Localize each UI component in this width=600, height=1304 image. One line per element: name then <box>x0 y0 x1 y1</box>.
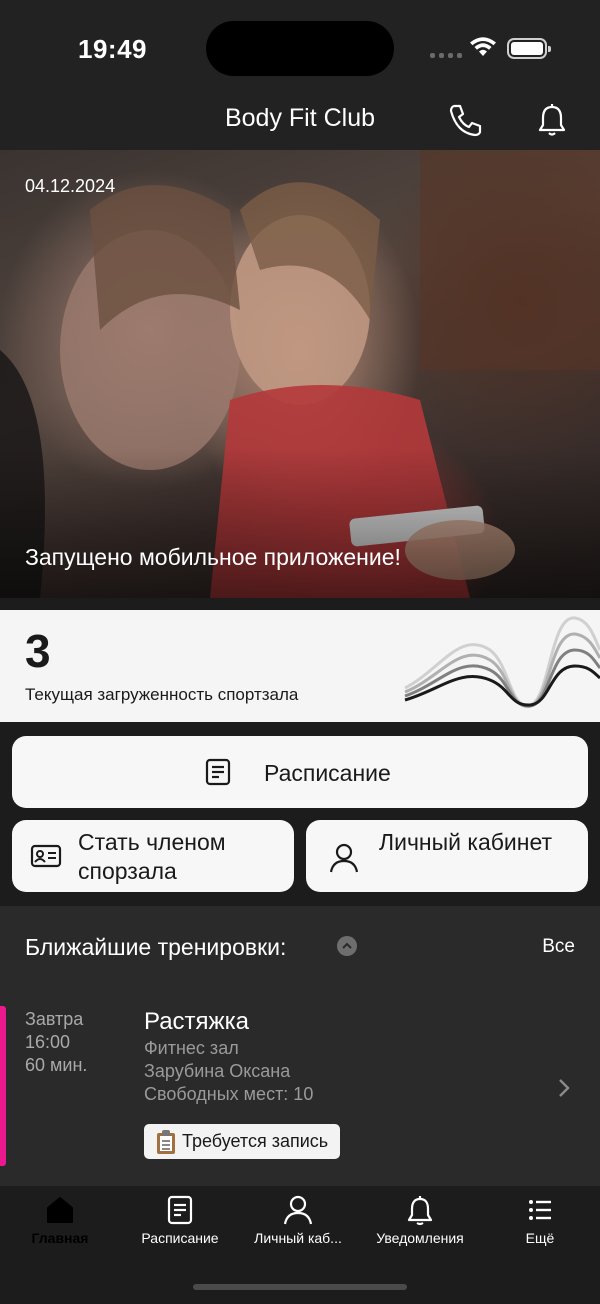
id-card-icon <box>30 844 62 868</box>
tab-more[interactable]: Ещё <box>480 1186 600 1266</box>
battery-icon <box>507 38 551 59</box>
wifi-icon <box>470 37 496 56</box>
registration-required-badge: Требуется запись <box>144 1124 341 1159</box>
app-title: Body Fit Club <box>224 104 376 132</box>
chevron-right-icon[interactable] <box>556 1076 572 1100</box>
status-time: 19:49 <box>78 34 147 64</box>
home-indicator[interactable] <box>193 1284 407 1290</box>
membership-button[interactable]: Стать членом спорзала <box>12 820 294 892</box>
banner-shade <box>0 448 600 598</box>
person-icon <box>283 1195 313 1225</box>
bell-icon[interactable] <box>532 100 572 140</box>
upcoming-workouts-section: Ближайшие тренировки: Все Завтра 16:00 6… <box>0 906 600 1186</box>
tab-more-label: Ещё <box>525 1230 555 1246</box>
workout-name: Растяжка <box>144 1008 249 1035</box>
document-icon <box>205 758 231 786</box>
tab-notifications-label: Уведомления <box>376 1230 464 1246</box>
badge-label: Требуется запись <box>182 1131 329 1151</box>
banner-caption: Запущено мобильное приложение! <box>25 544 401 570</box>
workout-accent-bar <box>0 1006 6 1166</box>
tab-account[interactable]: Личный каб... <box>238 1186 358 1266</box>
clipboard-icon <box>156 1129 176 1154</box>
load-wave-graphic <box>404 616 600 708</box>
person-icon <box>329 843 359 873</box>
membership-button-label: Стать членом спорзала <box>78 829 226 884</box>
gym-load-label: Текущая загруженность спортзала <box>25 685 299 704</box>
cellular-signal-icon <box>430 50 462 58</box>
schedule-button-label: Расписание <box>264 760 391 786</box>
workout-time: 16:00 <box>25 1032 71 1052</box>
tab-schedule-label: Расписание <box>141 1230 219 1246</box>
tab-home-label: Главная <box>31 1230 89 1246</box>
bell-icon <box>407 1196 433 1226</box>
personal-account-button[interactable]: Личный кабинет <box>306 820 588 892</box>
personal-account-button-label: Личный кабинет <box>379 829 553 855</box>
banner-date: 04.12.2024 <box>25 176 116 196</box>
schedule-button[interactable]: Расписание <box>12 736 588 808</box>
workout-day: Завтра <box>25 1009 84 1029</box>
phone-icon[interactable] <box>445 100 485 140</box>
dynamic-island <box>206 21 394 76</box>
workout-details: Фитнес зал Зарубина Оксана Свободных мес… <box>144 1037 313 1106</box>
status-bar: 19:49 <box>0 0 600 92</box>
workout-location: Фитнес зал <box>144 1038 239 1058</box>
list-icon <box>529 1200 551 1220</box>
gym-load-value: 3 <box>25 625 51 677</box>
app-header: Body Fit Club <box>0 92 600 150</box>
document-icon <box>167 1195 193 1225</box>
workout-seats: Свободных мест: 10 <box>144 1084 314 1104</box>
tab-schedule[interactable]: Расписание <box>120 1186 240 1266</box>
upcoming-title: Ближайшие тренировки: <box>25 934 287 960</box>
gym-load-card: 3 Текущая загруженность спортзала <box>0 610 600 722</box>
workout-duration: 60 мин. <box>25 1055 88 1075</box>
collapse-toggle-icon[interactable] <box>337 936 357 956</box>
workout-time-info: Завтра 16:00 60 мин. <box>25 1008 87 1077</box>
tab-home[interactable]: Главная <box>0 1186 120 1266</box>
tab-notifications[interactable]: Уведомления <box>360 1186 480 1266</box>
news-banner[interactable]: 04.12.2024 Запущено мобильное приложение… <box>0 150 600 598</box>
home-icon <box>47 1197 73 1223</box>
see-all-link[interactable]: Все <box>542 936 575 958</box>
tab-account-label: Личный каб... <box>254 1230 342 1246</box>
workout-trainer: Зарубина Оксана <box>144 1061 291 1081</box>
